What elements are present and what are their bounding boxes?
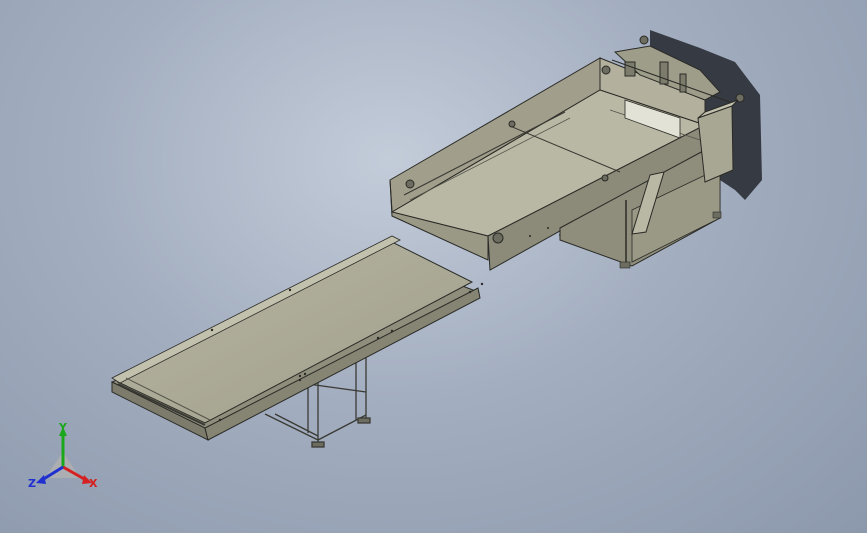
graphics-viewport[interactable]: Y X Z	[0, 0, 867, 533]
z-axis-arrowhead-icon	[36, 475, 46, 484]
z-axis-label: Z	[28, 477, 36, 490]
coordinate-triad: Y X Z	[28, 421, 98, 490]
x-axis-label: X	[89, 477, 98, 490]
y-axis-label: Y	[58, 421, 68, 434]
